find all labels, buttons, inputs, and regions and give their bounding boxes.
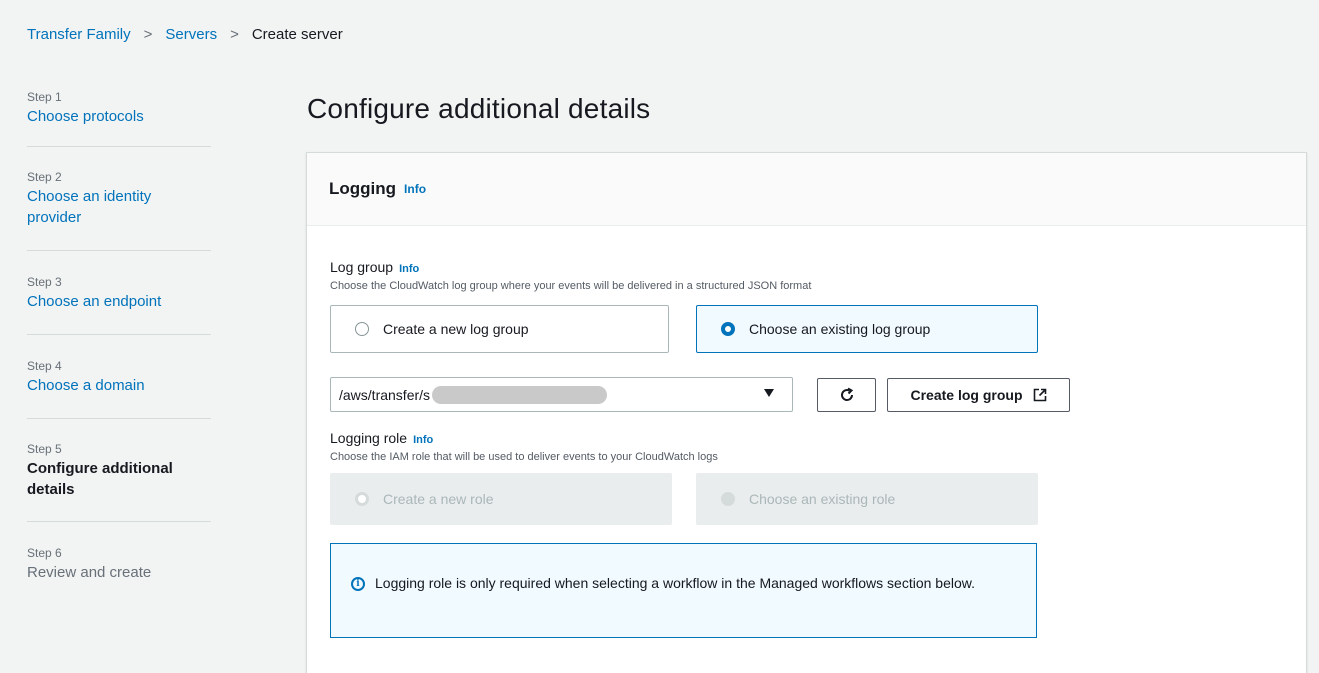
info-link[interactable]: Info — [413, 434, 433, 446]
step-number: Step 6 — [27, 546, 62, 560]
log-group-select[interactable]: /aws/transfer/s — [330, 377, 793, 412]
step-6: Step 6 Review and create — [27, 522, 211, 583]
button-label: Create log group — [910, 387, 1023, 403]
panel-header: Logging Info — [307, 153, 1306, 226]
external-link-icon — [1033, 388, 1046, 402]
radio-create-new-log-group[interactable]: Create a new log group — [330, 305, 669, 353]
caret-down-icon — [764, 389, 774, 397]
step-number: Step 2 — [27, 170, 62, 184]
info-link[interactable]: Info — [399, 263, 419, 275]
radio-disabled-icon — [721, 492, 735, 506]
refresh-icon — [840, 387, 853, 401]
radio-choose-existing-role: Choose an existing role — [696, 473, 1038, 525]
info-alert: i Logging role is only required when sel… — [330, 543, 1037, 638]
radio-label: Choose an existing role — [749, 491, 896, 507]
create-log-group-button[interactable]: Create log group — [887, 378, 1070, 412]
breadcrumb-servers[interactable]: Servers — [165, 26, 217, 43]
step-number: Step 5 — [27, 442, 62, 456]
step-current-configure-details: Configure additional details — [27, 460, 173, 498]
logging-role-label: Logging role Info — [330, 430, 433, 446]
field-label-text: Logging role — [330, 430, 408, 446]
radio-checked-icon — [721, 322, 735, 336]
field-label-text: Log group — [330, 259, 394, 275]
step-1: Step 1 Choose protocols — [27, 90, 211, 147]
page-title: Configure additional details — [307, 93, 651, 124]
step-4: Step 4 Choose a domain — [27, 335, 211, 419]
breadcrumb-current: Create server — [251, 26, 343, 43]
breadcrumb: Transfer Family > Servers > Create serve… — [27, 26, 343, 43]
log-group-description: Choose the CloudWatch log group where yo… — [330, 280, 812, 292]
radio-create-new-role: Create a new role — [330, 473, 672, 525]
log-group-label: Log group Info — [330, 259, 419, 275]
panel-title: Logging — [329, 179, 397, 198]
alert-text: Logging role is only required when selec… — [375, 575, 975, 591]
radio-disabled-icon — [355, 492, 369, 506]
step-number: Step 3 — [27, 275, 62, 289]
select-value: /aws/transfer/s — [339, 386, 431, 403]
info-link[interactable]: Info — [404, 182, 426, 196]
wizard-steps: Step 1 Choose protocols Step 2 Choose an… — [27, 90, 211, 583]
step-5: Step 5 Configure additional details — [27, 419, 211, 522]
radio-label: Choose an existing log group — [749, 321, 931, 337]
step-number: Step 1 — [27, 90, 62, 104]
logging-role-description: Choose the IAM role that will be used to… — [330, 451, 718, 463]
radio-choose-existing-log-group[interactable]: Choose an existing log group — [696, 305, 1038, 353]
breadcrumb-transfer-family[interactable]: Transfer Family — [27, 26, 131, 43]
refresh-button[interactable] — [817, 378, 876, 412]
breadcrumb-separator: > — [143, 26, 153, 43]
step-number: Step 4 — [27, 359, 62, 373]
radio-label: Create a new log group — [383, 321, 529, 337]
redacted-value — [432, 385, 608, 404]
breadcrumb-separator: > — [230, 26, 239, 43]
radio-label: Create a new role — [383, 491, 494, 507]
radio-circle-icon — [355, 322, 369, 336]
step-link-choose-identity-provider[interactable]: Choose an identity provider — [27, 186, 177, 228]
step-3: Step 3 Choose an endpoint — [27, 251, 211, 335]
info-circle-icon: i — [351, 577, 365, 591]
step-link-choose-domain[interactable]: Choose a domain — [27, 375, 211, 396]
step-link-choose-endpoint[interactable]: Choose an endpoint — [27, 291, 211, 312]
step-2: Step 2 Choose an identity provider — [27, 147, 211, 251]
step-review-and-create: Review and create — [27, 564, 152, 581]
step-link-choose-protocols[interactable]: Choose protocols — [27, 106, 211, 127]
